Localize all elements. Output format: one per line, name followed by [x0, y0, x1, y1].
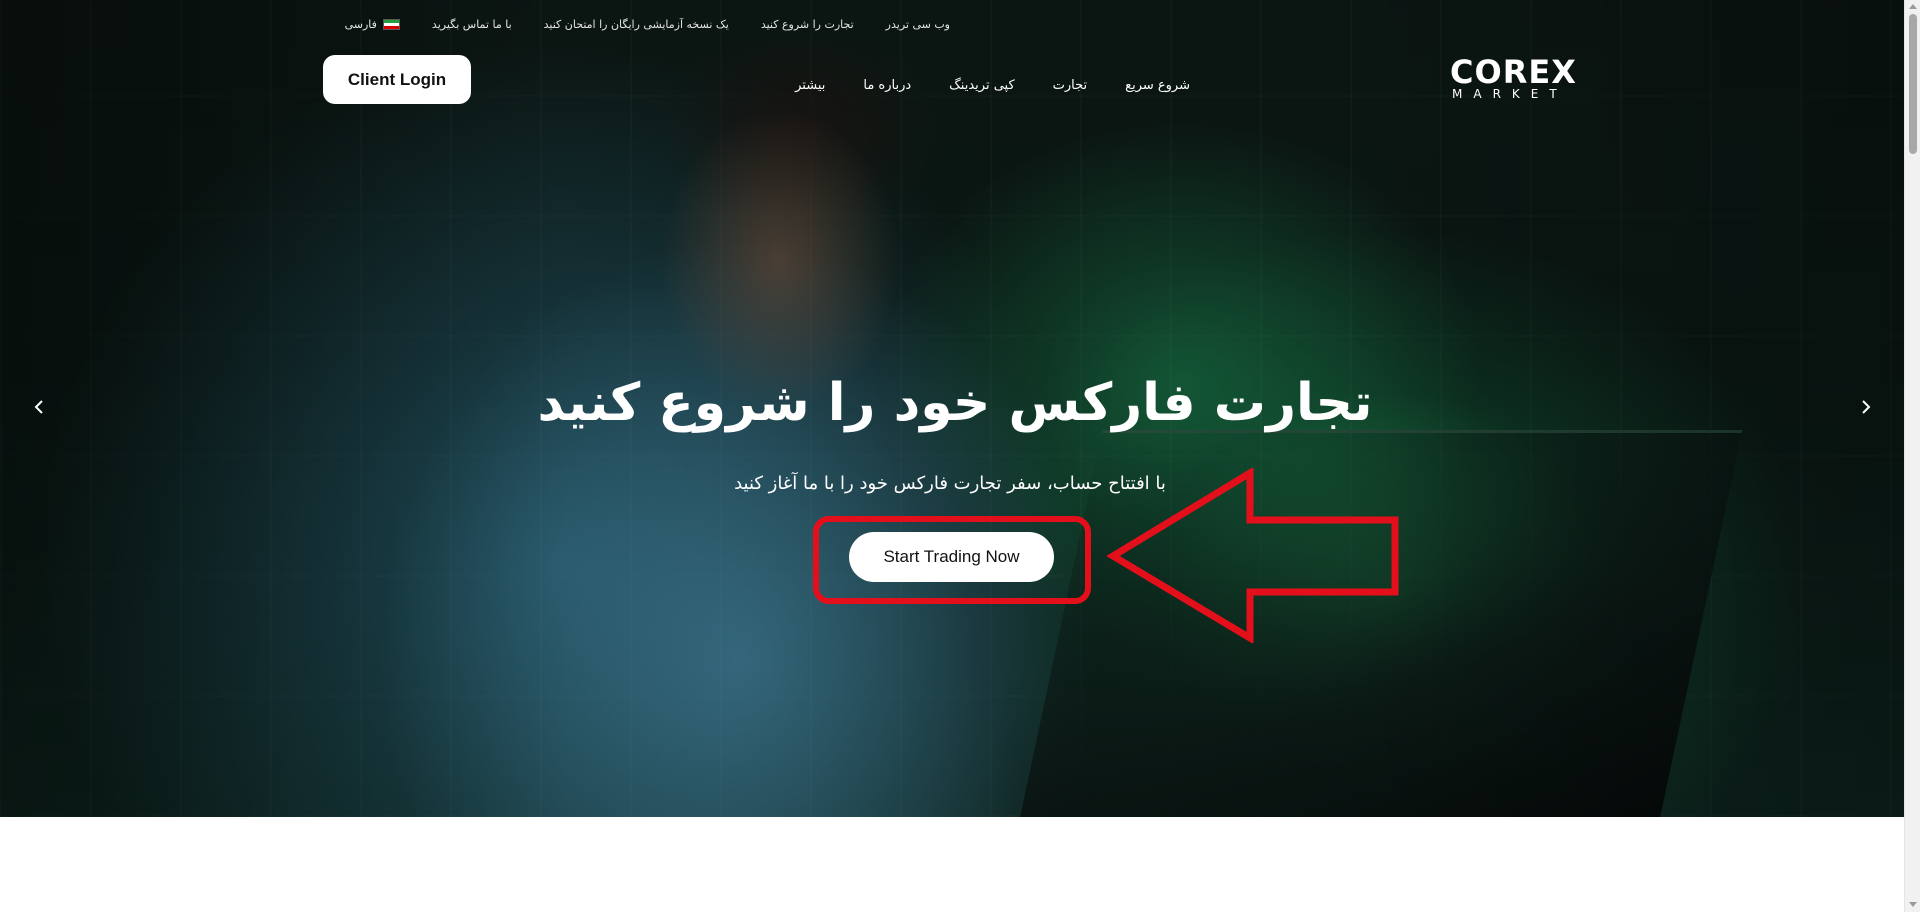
iran-flag-icon: [382, 18, 400, 30]
top-bar: وب سی تریدر تجارت را شروع کنید یک نسخه آ…: [330, 16, 950, 32]
chevron-left-icon: [34, 400, 43, 414]
client-login-button[interactable]: Client Login: [323, 55, 471, 104]
topbar-link-contact[interactable]: با ما تماس بگیرید: [432, 18, 512, 31]
main-nav: شروع سریع تجارت کپی تریدینگ درباره ما بی…: [720, 74, 1190, 96]
hero-title: تجارت فارکس خود را شروع کنید: [537, 373, 1373, 433]
topbar-link-free-demo[interactable]: یک نسخه آزمایشی رایگان را امتحان کنید: [544, 18, 729, 31]
language-selector[interactable]: فارسی: [345, 18, 400, 31]
topbar-link-webcitrader[interactable]: وب سی تریدر: [886, 18, 950, 31]
language-label: فارسی: [344, 17, 377, 31]
topbar-link-start-trading[interactable]: تجارت را شروع کنید: [761, 18, 854, 31]
logo-subtext: MARKET: [1452, 87, 1568, 101]
hero-section: وب سی تریدر تجارت را شروع کنید یک نسخه آ…: [0, 0, 1904, 817]
slider-next-button[interactable]: [1850, 392, 1880, 422]
nav-item-about-us[interactable]: درباره ما: [863, 78, 911, 93]
page-scrollbar[interactable]: [1904, 0, 1920, 912]
corex-logo[interactable]: COREX MARKET: [1450, 53, 1580, 103]
hero-subtitle: با افتتاح حساب، سفر تجارت فارکس خود را ب…: [734, 473, 1166, 494]
scroll-up-icon[interactable]: [1909, 4, 1917, 9]
scroll-thumb[interactable]: [1909, 14, 1917, 154]
nav-item-copy-trading[interactable]: کپی تریدینگ: [949, 78, 1015, 93]
slider-prev-button[interactable]: [25, 392, 55, 422]
nav-item-quick-start[interactable]: شروع سریع: [1125, 78, 1190, 93]
chevron-right-icon: [1862, 400, 1871, 414]
nav-item-trading[interactable]: تجارت: [1053, 78, 1088, 93]
scroll-down-icon[interactable]: [1909, 902, 1917, 907]
start-trading-now-button[interactable]: Start Trading Now: [849, 532, 1054, 582]
nav-item-more[interactable]: بیشتر: [795, 78, 825, 93]
logo-wordmark: COREX: [1450, 53, 1580, 91]
logo-main-text: COREX: [1450, 53, 1577, 91]
